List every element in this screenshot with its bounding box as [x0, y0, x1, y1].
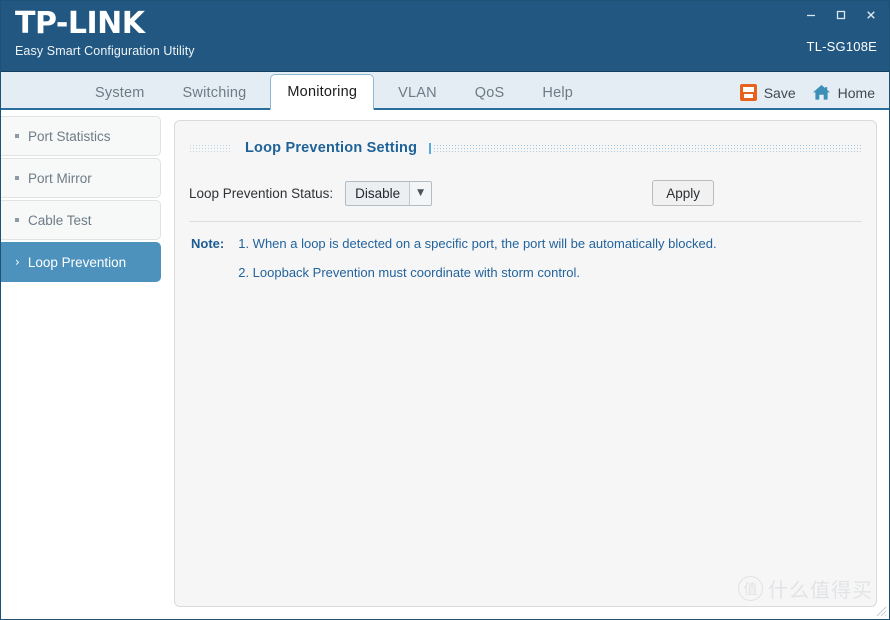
note-label: Note:: [191, 236, 225, 251]
save-icon: [739, 84, 757, 101]
tab-list: System Switching Monitoring VLAN QoS Hel…: [1, 72, 597, 110]
select-value: Disable: [346, 181, 410, 205]
section-divider: [189, 221, 862, 222]
dotted-decoration-left: [189, 143, 231, 153]
sidebar-item-label: Port Mirror: [28, 170, 92, 186]
minimize-icon[interactable]: [803, 7, 819, 23]
save-button-label: Save: [763, 84, 796, 101]
save-button[interactable]: Save: [739, 84, 796, 101]
home-icon: [812, 84, 831, 101]
loop-prevention-status-label: Loop Prevention Status:: [189, 185, 334, 201]
note-lines: 1. When a loop is detected on a specific…: [238, 236, 716, 280]
apply-button[interactable]: Apply: [652, 180, 715, 206]
tab-switching[interactable]: Switching: [169, 78, 261, 108]
sidebar-item-cable-test[interactable]: Cable Test: [1, 200, 161, 240]
loop-prevention-status-row: Loop Prevention Status: Disable ▼ Apply: [189, 178, 862, 208]
loop-prevention-status-select[interactable]: Disable ▼: [345, 180, 433, 206]
dotted-decoration-right: [429, 142, 862, 154]
section-title: Loop Prevention Setting: [245, 140, 418, 156]
sidebar: Port Statistics Port Mirror Cable Test ›…: [1, 110, 162, 619]
tab-monitoring[interactable]: Monitoring: [270, 74, 375, 110]
device-model: TL-SG108E: [806, 39, 877, 54]
resize-grip[interactable]: [874, 604, 887, 617]
tab-system[interactable]: System: [81, 78, 159, 108]
brand: TP-LINK Easy Smart Configuration Utility: [15, 8, 195, 60]
brand-logo: TP-LINK: [15, 6, 145, 41]
bullet-icon: [15, 176, 19, 180]
sidebar-item-loop-prevention[interactable]: › Loop Prevention: [1, 242, 161, 282]
section-header: Loop Prevention Setting: [189, 130, 862, 166]
note-line: 1. When a loop is detected on a specific…: [238, 236, 717, 251]
content-panel: Loop Prevention Setting Loop Prevention …: [174, 120, 877, 607]
bullet-icon: [15, 218, 19, 222]
tab-help[interactable]: Help: [528, 78, 587, 108]
body-area: Port Statistics Port Mirror Cable Test ›…: [1, 110, 889, 619]
app-window: TP-LINK Easy Smart Configuration Utility…: [0, 0, 890, 620]
sidebar-item-port-statistics[interactable]: Port Statistics: [1, 116, 161, 156]
sidebar-item-label: Port Statistics: [28, 128, 111, 144]
sidebar-item-label: Loop Prevention: [27, 254, 127, 270]
note-line: 2. Loopback Prevention must coordinate w…: [238, 265, 581, 280]
home-button-label: Home: [837, 84, 875, 101]
tab-qos[interactable]: QoS: [461, 78, 519, 108]
toolbar: Save Home: [739, 84, 875, 101]
bullet-icon: [15, 134, 19, 138]
sidebar-item-port-mirror[interactable]: Port Mirror: [1, 158, 161, 198]
tab-vlan[interactable]: VLAN: [384, 78, 451, 108]
sidebar-item-label: Cable Test: [28, 212, 92, 228]
close-icon[interactable]: [863, 7, 879, 23]
window-controls: [803, 7, 879, 23]
chevron-right-icon: ›: [15, 255, 20, 269]
title-bar: TP-LINK Easy Smart Configuration Utility…: [1, 1, 889, 72]
brand-subtitle: Easy Smart Configuration Utility: [15, 44, 195, 58]
chevron-down-icon: ▼: [409, 181, 432, 205]
home-button[interactable]: Home: [812, 84, 875, 101]
main-navigation: System Switching Monitoring VLAN QoS Hel…: [1, 72, 889, 110]
maximize-icon[interactable]: [833, 7, 849, 23]
note-section: Note: 1. When a loop is detected on a sp…: [191, 236, 862, 280]
